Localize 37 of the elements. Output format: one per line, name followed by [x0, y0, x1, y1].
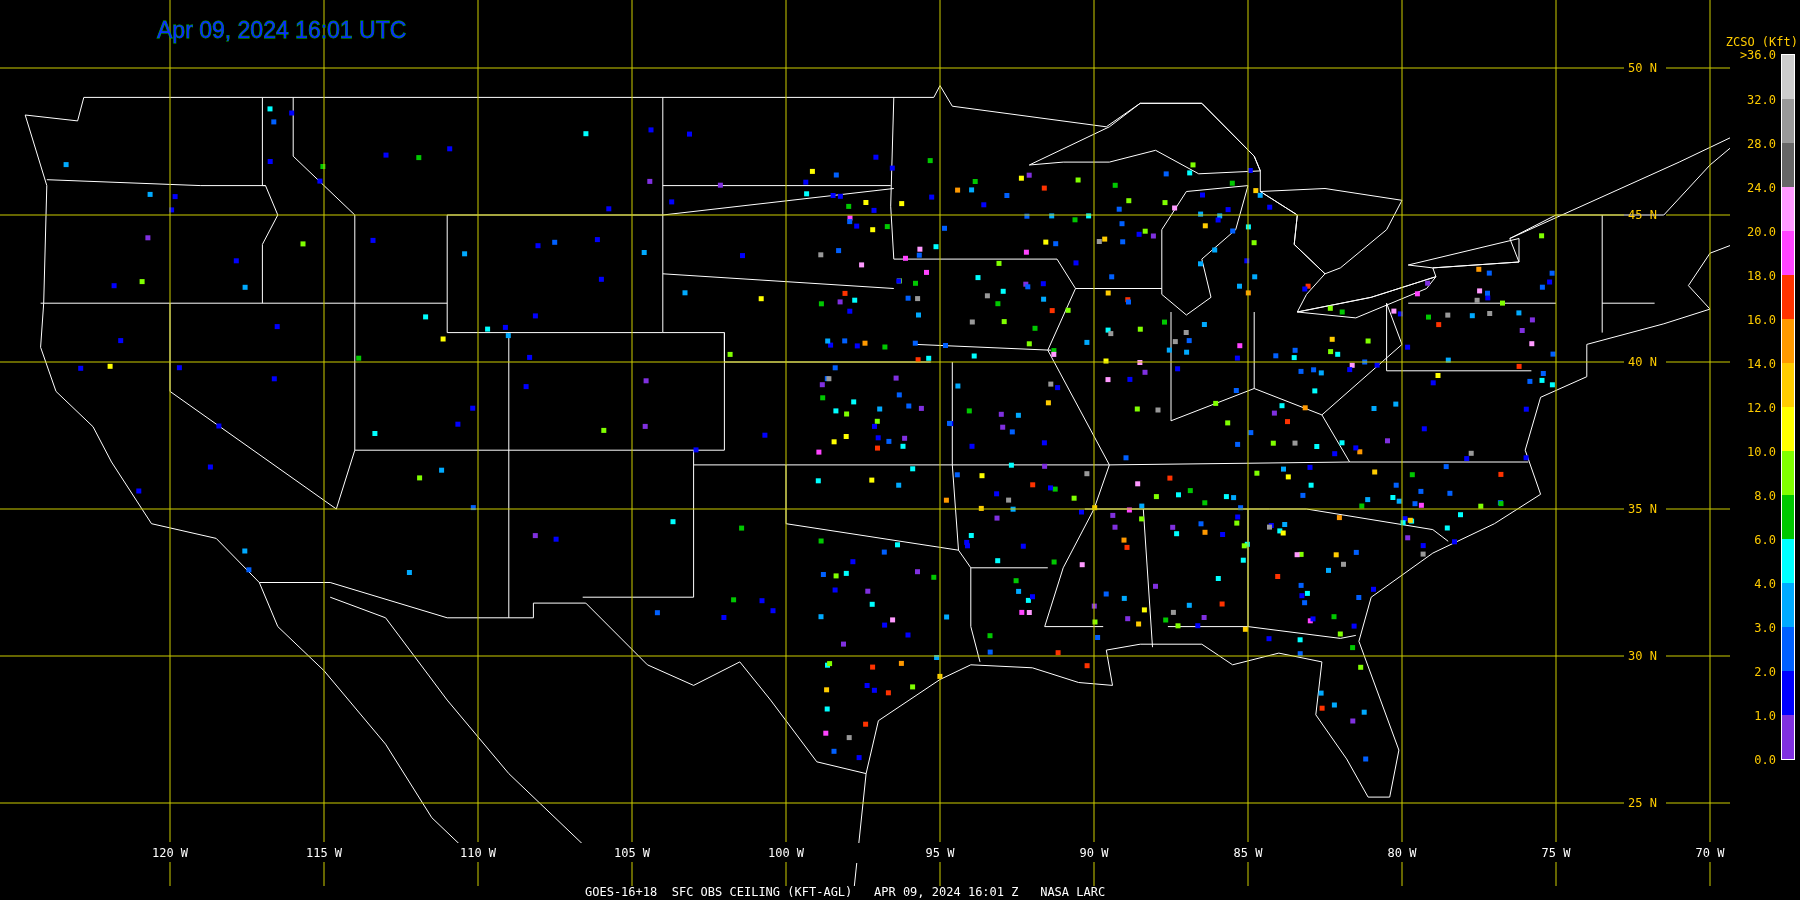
- longitude-label: 95 W: [925, 846, 955, 860]
- legend-tick-label: 12.0: [1747, 401, 1776, 415]
- legend-tick-label: 20.0: [1747, 225, 1776, 239]
- latitude-label: 30 N: [1628, 649, 1657, 663]
- legend-title: ZCSO (Kft): [1725, 35, 1798, 49]
- latitude-label: 25 N: [1628, 796, 1657, 810]
- latitude-label: 40 N: [1628, 355, 1657, 369]
- legend-tick-label: 3.0: [1754, 621, 1776, 635]
- longitude-label: 100 W: [767, 846, 805, 860]
- longitude-label: 85 W: [1233, 846, 1263, 860]
- caption: GOES-16+18 SFC OBS CEILING (KFT-AGL) APR 09, 2024 16:01 Z NASA LARC: [585, 885, 1106, 899]
- legend-tick-label: 1.0: [1754, 709, 1776, 723]
- legend-tick-label: 14.0: [1747, 357, 1776, 371]
- legend-tick-label: 8.0: [1754, 489, 1776, 503]
- legend-tick-label: 16.0: [1747, 313, 1776, 327]
- longitude-label: 110 W: [459, 846, 497, 860]
- longitude-label: 120 W: [151, 846, 189, 860]
- legend-tick-label: 28.0: [1747, 137, 1776, 151]
- longitude-label: 90 W: [1079, 846, 1109, 860]
- longitude-label: 70 W: [1695, 846, 1725, 860]
- latitude-label: 50 N: [1628, 61, 1657, 75]
- longitude-label: 115 W: [305, 846, 343, 860]
- legend-tick-label: 6.0: [1754, 533, 1776, 547]
- legend-tick-label: 4.0: [1754, 577, 1776, 591]
- legend-tick-label: 32.0: [1747, 93, 1776, 107]
- legend-tick-label: 10.0: [1747, 445, 1776, 459]
- legend-tick-label: 2.0: [1754, 665, 1776, 679]
- legend-tick-label: 0.0: [1754, 753, 1776, 767]
- latitude-label: 45 N: [1628, 208, 1657, 222]
- legend-tick-label: >36.0: [1739, 48, 1776, 62]
- timestamp-title: Apr 09, 2024 16:01 UTC: [157, 17, 407, 43]
- longitude-label: 75 W: [1541, 846, 1571, 860]
- legend-tick-label: 24.0: [1747, 181, 1776, 195]
- longitude-label: 80 W: [1387, 846, 1417, 860]
- latitude-label: 35 N: [1628, 502, 1657, 516]
- legend-tick-label: 18.0: [1747, 269, 1776, 283]
- longitude-label: 105 W: [613, 846, 651, 860]
